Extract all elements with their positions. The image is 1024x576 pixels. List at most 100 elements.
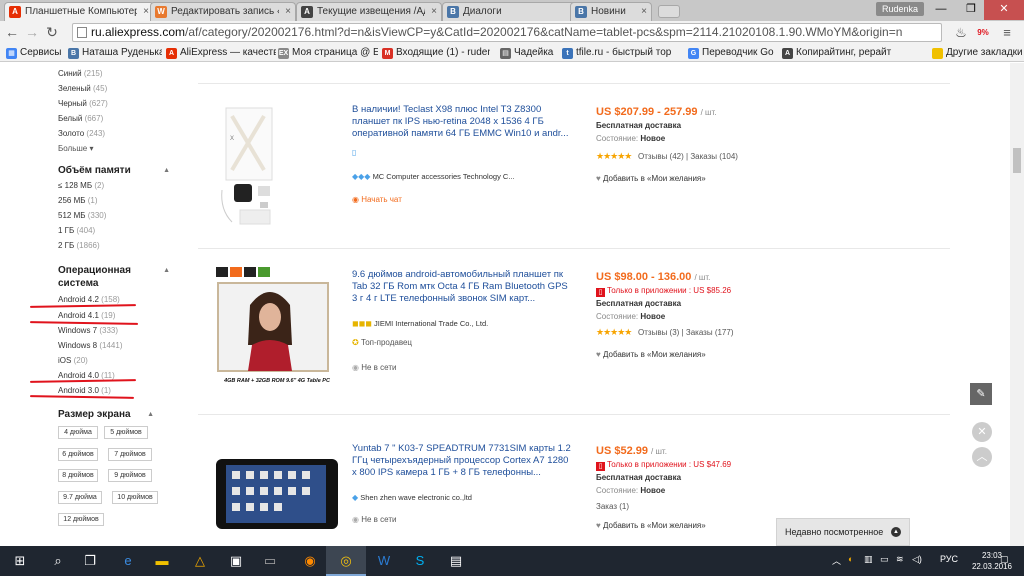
filter-os[interactable]: Android 3.0 (1)	[58, 386, 111, 395]
bookmark-item[interactable]: GПереводчик Google	[688, 46, 774, 60]
filter-color[interactable]: Синий (215)	[58, 69, 103, 78]
restore-icon[interactable]: ❐	[956, 0, 986, 20]
size-button[interactable]: 5 дюймов	[104, 426, 148, 439]
notifications-icon[interactable]: ▢	[1000, 554, 1009, 565]
edit-icon[interactable]: ✎	[970, 383, 992, 405]
tray-norton-icon[interactable]: ◐	[848, 554, 853, 564]
bookmark-item[interactable]: ▤ Чадейка	[500, 46, 560, 60]
tab-news[interactable]: B Новини ×	[570, 2, 652, 21]
tray-battery-icon[interactable]: ▭	[880, 554, 889, 565]
store-icon[interactable]: ▣	[226, 551, 246, 571]
close-circle-icon[interactable]: ✕	[972, 422, 992, 442]
rating[interactable]: ★★★★★ Отзывы (42) | Заказы (104)	[596, 151, 738, 162]
new-tab-button[interactable]	[658, 5, 680, 18]
tray-network-icon[interactable]: ▥	[864, 554, 873, 565]
filter-memory[interactable]: ≤ 128 МБ (2)	[58, 181, 104, 190]
chat-status[interactable]: ◉ Не в сети	[352, 515, 396, 524]
tab-advego[interactable]: A Текущие извещения /Адм ×	[296, 2, 442, 21]
size-button[interactable]: 6 дюймов	[58, 448, 98, 461]
bookmark-item[interactable]: EXМоя страница @ EXAI	[278, 46, 378, 60]
scrollbar[interactable]	[1010, 63, 1024, 546]
filter-memory[interactable]: 512 МБ (330)	[58, 211, 106, 220]
product-title[interactable]: 9.6 дюймов android-автомобильный планшет…	[352, 269, 574, 305]
reload-icon[interactable]: ↻	[44, 24, 60, 40]
filter-os[interactable]: iOS (20)	[58, 356, 88, 365]
filter-os[interactable]: Windows 7 (333)	[58, 326, 118, 335]
bookmark-folder[interactable]: Другие закладки	[932, 46, 1022, 60]
filter-os[interactable]: Android 4.1 (19)	[58, 311, 115, 320]
bookmark-item[interactable]: A AliExpress — качеств	[166, 46, 276, 60]
memory-filter-title[interactable]: Объём памяти ▲	[58, 165, 178, 176]
filter-memory[interactable]: 256 МБ (1)	[58, 196, 98, 205]
files-icon[interactable]: ▤	[446, 551, 466, 571]
tray-wifi-icon[interactable]: ≋	[896, 554, 904, 565]
store-name[interactable]: ◼◼◼ JIEMI International Trade Co., Ltd.	[352, 319, 488, 328]
product-image[interactable]: X	[212, 106, 342, 230]
screen-size-filter-title[interactable]: Размер экрана ▲	[58, 409, 178, 420]
filter-color[interactable]: Черный (627)	[58, 99, 108, 108]
word-icon[interactable]: W	[374, 551, 394, 571]
bookmark-item[interactable]: B Наташа Руденька	[68, 46, 162, 60]
size-button[interactable]: 9.7 дюйма	[58, 491, 102, 504]
language-indicator[interactable]: РУС	[940, 554, 958, 564]
orders[interactable]: Заказ (1)	[596, 502, 629, 511]
task-view-icon[interactable]: ❐	[80, 551, 100, 571]
size-button[interactable]: 9 дюймов	[108, 469, 152, 482]
chat-status[interactable]: ◉ Не в сети	[352, 363, 396, 372]
filter-color[interactable]: Зеленый (45)	[58, 84, 107, 93]
close-icon[interactable]: ×	[143, 3, 149, 20]
filter-os[interactable]: Android 4.2 (158)	[58, 295, 120, 304]
tray-volume-icon[interactable]: ◁)	[912, 554, 922, 565]
wishlist-link[interactable]: ♥ Добавить в «Мои желания»	[596, 174, 706, 183]
recently-viewed-button[interactable]: Недавно посмотренное ▲	[776, 518, 910, 546]
windows-start-icon[interactable]: ⊞	[10, 551, 30, 571]
size-button[interactable]: 8 дюймов	[58, 469, 98, 482]
filter-color[interactable]: Белый (667)	[58, 114, 103, 123]
size-button[interactable]: 10 дюймов	[112, 491, 158, 504]
tab-wordpress[interactable]: W Редактировать запись ‹ А ×	[150, 2, 296, 21]
tab-aliexpress[interactable]: A Планшетные Компьютер ×	[4, 2, 154, 21]
extension-icon[interactable]: ♨	[952, 24, 970, 41]
address-bar[interactable]: ru.aliexpress.com/af/category/202002176.…	[72, 23, 942, 42]
product-title[interactable]: Yuntab 7 " K03-7 SPEADTRUM 7731SIM карты…	[352, 443, 574, 479]
edge-icon[interactable]: e	[118, 551, 138, 571]
scroll-up-icon[interactable]: ︿	[972, 447, 992, 467]
os-filter-title[interactable]: Операционная ▲	[58, 265, 178, 276]
extension-badge[interactable]: 9%	[974, 24, 992, 41]
minimize-icon[interactable]: —	[926, 0, 956, 20]
back-icon[interactable]: ←	[4, 24, 20, 40]
size-button[interactable]: 7 дюймов	[108, 448, 152, 461]
filter-memory[interactable]: 1 ГБ (404)	[58, 226, 95, 235]
close-icon[interactable]: ×	[431, 3, 437, 20]
close-icon[interactable]: ×	[641, 3, 647, 20]
close-icon[interactable]: ×	[285, 3, 291, 20]
menu-icon[interactable]: ≡	[998, 24, 1016, 41]
size-button[interactable]: 4 дюйма	[58, 426, 98, 439]
filter-color[interactable]: Золото (243)	[58, 129, 105, 138]
bookmark-item[interactable]: t tfile.ru - быстрый тор	[562, 46, 680, 60]
more-link[interactable]: Больше ▾	[58, 144, 93, 153]
store-name[interactable]: ◆◆◆ MC Computer accessories Technology C…	[352, 172, 515, 181]
norton-icon[interactable]: △	[190, 551, 210, 571]
close-window-icon[interactable]: ✕	[984, 0, 1024, 20]
rating[interactable]: ★★★★★ Отзывы (3) | Заказы (177)	[596, 327, 734, 338]
search-icon[interactable]: ⌕	[48, 551, 68, 571]
tab-dialogs[interactable]: B Диалоги ×	[442, 2, 588, 21]
scrollbar-thumb[interactable]	[1013, 148, 1021, 173]
filter-memory[interactable]: 2 ГБ (1866)	[58, 241, 100, 250]
bookmark-item[interactable]: M Входящие (1) - ruden	[382, 46, 490, 60]
file-explorer-icon[interactable]: ▬	[152, 551, 172, 571]
wishlist-link[interactable]: ♥ Добавить в «Мои желания»	[596, 350, 706, 359]
product-image[interactable]: 4GB RAM + 32GB ROM 9.6" 4G Table PC	[212, 265, 342, 400]
user-badge[interactable]: Rudenka	[875, 2, 924, 16]
settings-icon[interactable]: ▭	[260, 551, 280, 571]
tray-expand-icon[interactable]: ︿	[832, 554, 841, 567]
filter-os[interactable]: Windows 8 (1441)	[58, 341, 122, 350]
wishlist-link[interactable]: ♥ Добавить в «Мои желания»	[596, 521, 706, 530]
bookmark-item[interactable]: ▦ Сервисы	[6, 46, 62, 60]
product-image[interactable]	[212, 455, 342, 545]
product-title[interactable]: В наличии! Teclast X98 плюс Intel T3 Z83…	[352, 104, 574, 140]
store-name[interactable]: ◆ Shen zhen wave electronic co.,ltd	[352, 493, 472, 502]
chat-button[interactable]: ◉ Начать чат	[352, 195, 402, 204]
firefox-icon[interactable]: ◉	[300, 551, 320, 571]
